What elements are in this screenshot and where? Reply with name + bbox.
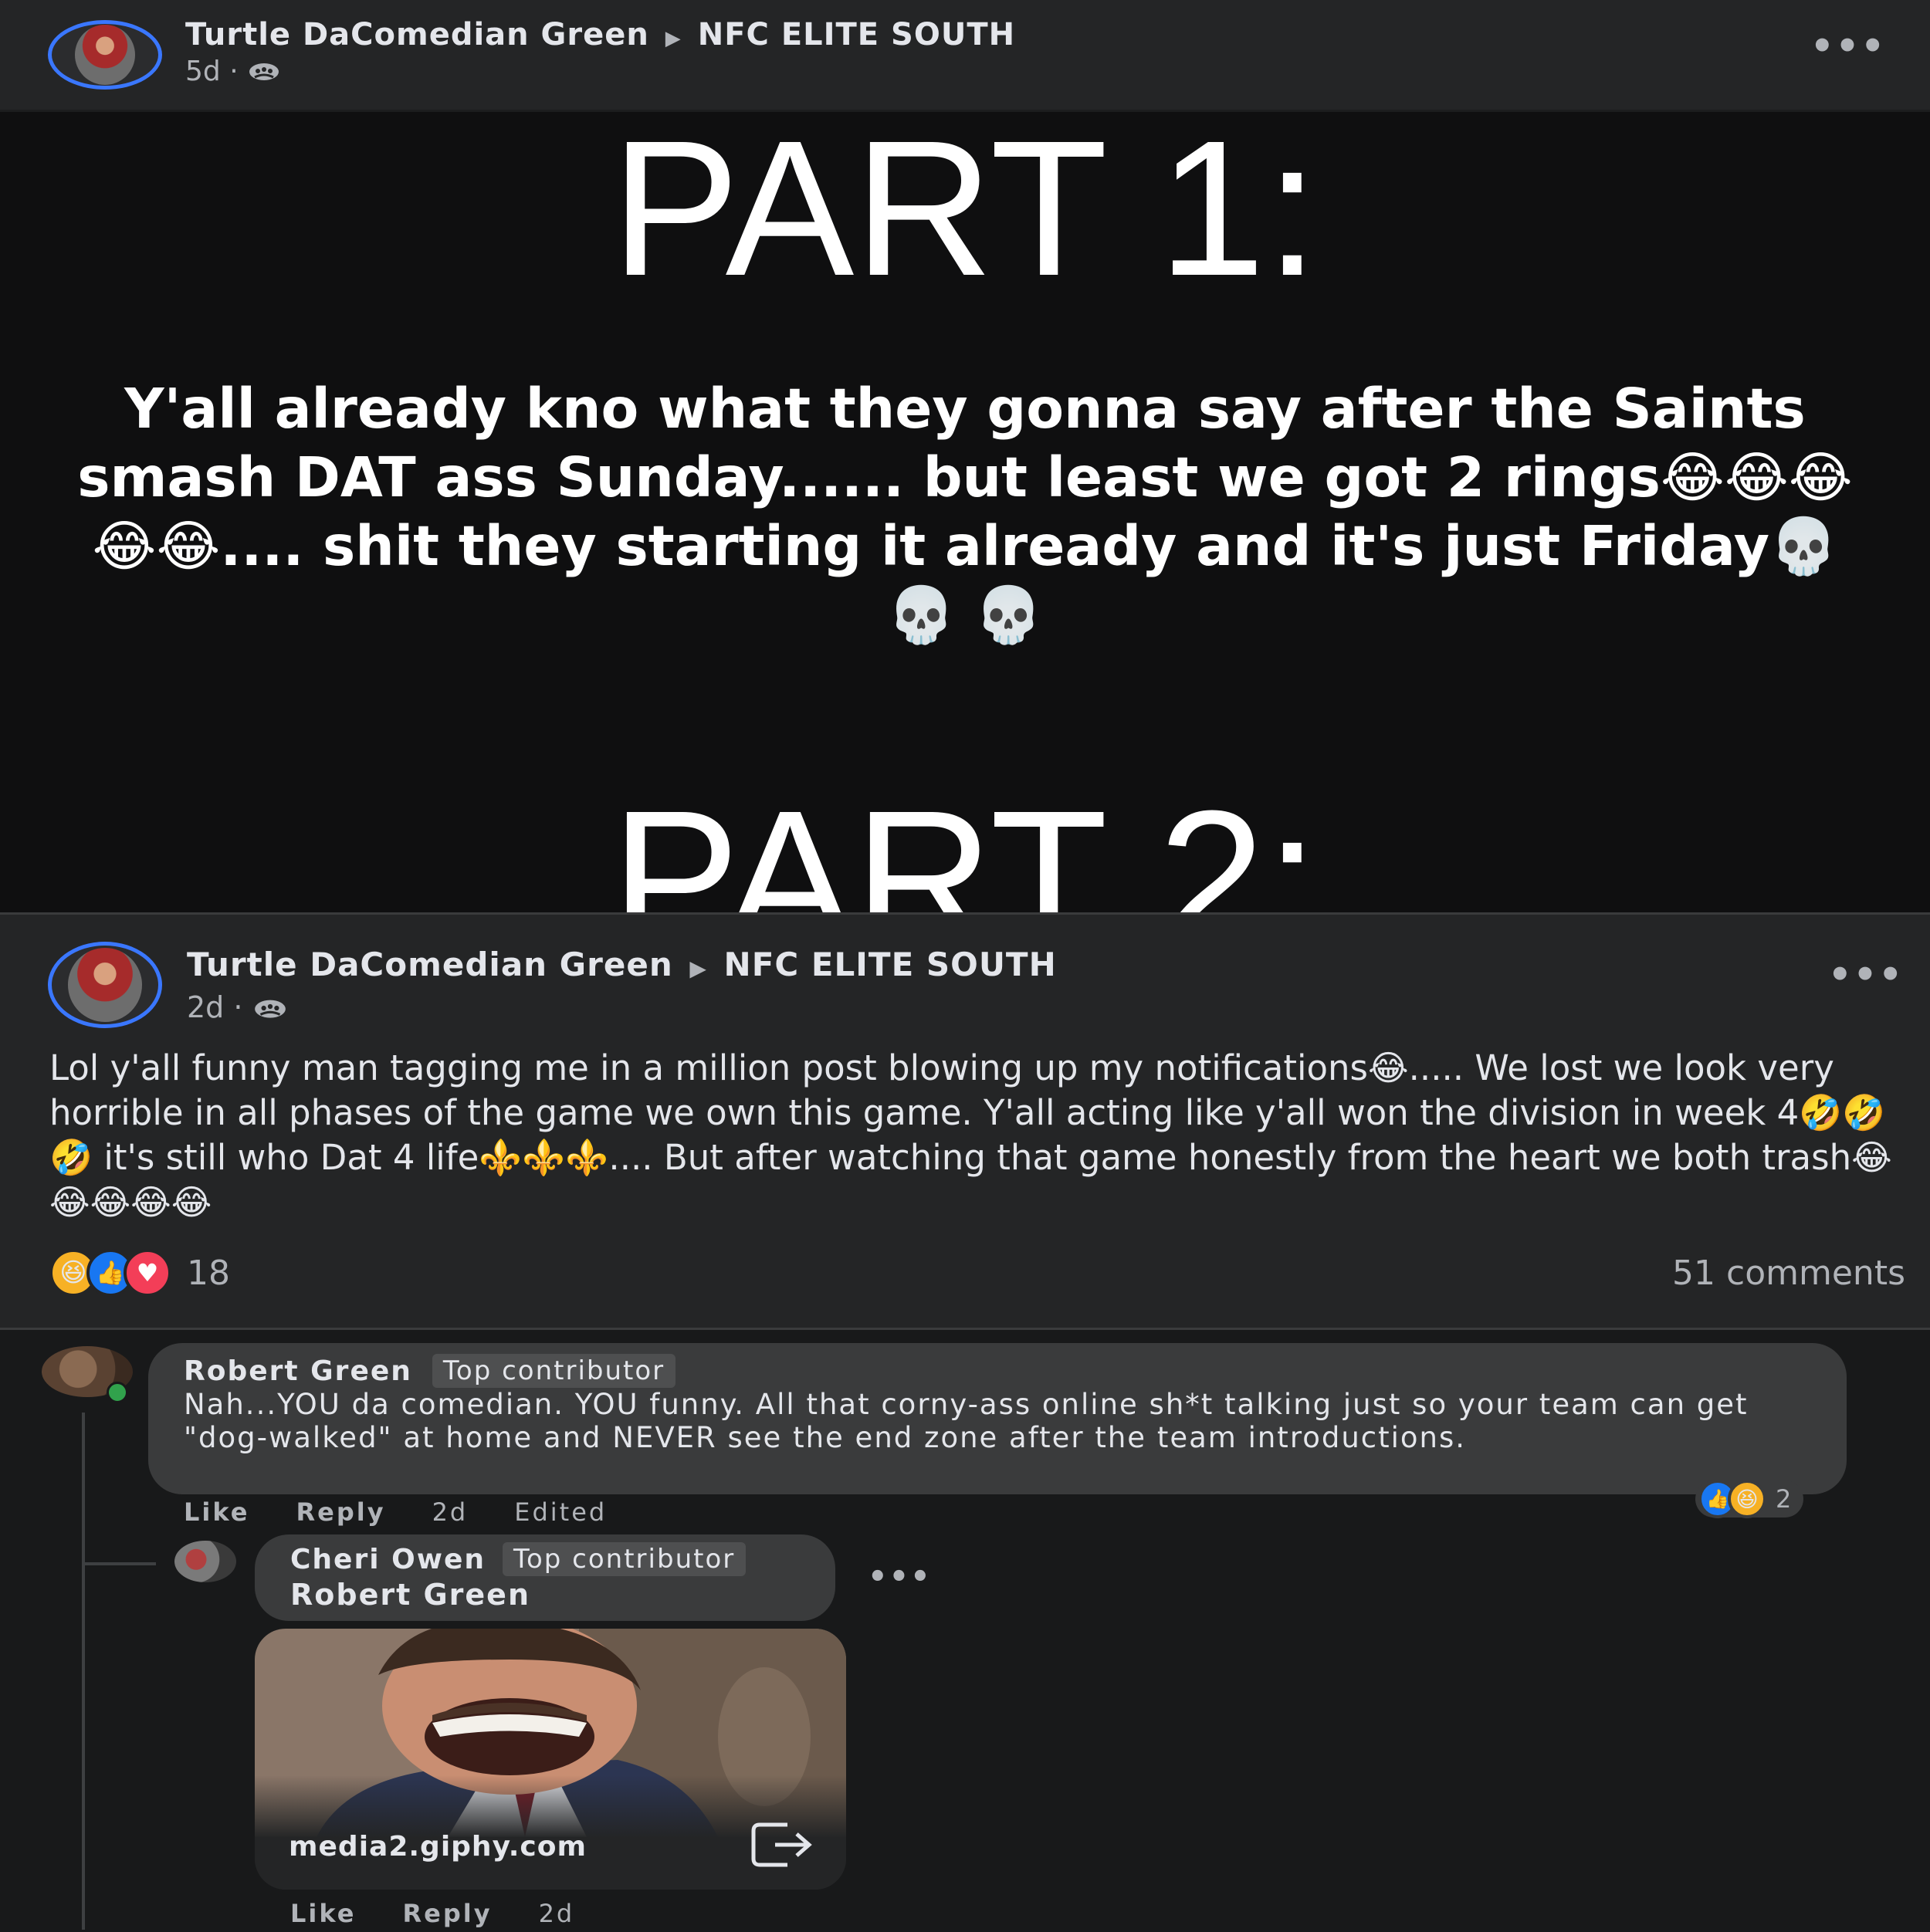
post1-author-name[interactable]: Turtle DaComedian Green xyxy=(185,17,649,52)
avatar-photo xyxy=(75,25,135,85)
group-members-icon xyxy=(247,57,281,89)
thread-branch xyxy=(82,1562,156,1565)
comment1-author[interactable]: Robert Green xyxy=(184,1355,412,1387)
love-icon: ♥ xyxy=(124,1249,171,1297)
thread-line xyxy=(82,1413,85,1930)
comment1-text: Nah...YOU da comedian. YOU funny. All th… xyxy=(184,1388,1749,1454)
group-members-icon xyxy=(252,993,288,1027)
comment2-timestamp[interactable]: 2d xyxy=(539,1899,575,1928)
post2-more-icon[interactable]: ••• xyxy=(1828,953,1904,996)
comment1-reply-button[interactable]: Reply xyxy=(296,1497,385,1527)
post2-reaction-count: 18 xyxy=(187,1253,230,1293)
post1-image[interactable]: PART 1: Y'all already kno what they gonn… xyxy=(0,112,1930,912)
post2-timestamp[interactable]: 2d xyxy=(187,990,224,1024)
post1-author-line: Turtle DaComedian Green ▶ NFC ELITE SOUT… xyxy=(185,17,1015,52)
caret-right-icon: ▶ xyxy=(689,956,707,981)
comment2-gif[interactable]: media2.giphy.com xyxy=(255,1629,846,1890)
post1-group-name[interactable]: NFC ELITE SOUTH xyxy=(698,17,1015,52)
gif-source-link[interactable]: media2.giphy.com xyxy=(289,1831,587,1863)
post1-header: Turtle DaComedian Green ▶ NFC ELITE SOUT… xyxy=(0,0,1930,112)
comment1-timestamp[interactable]: 2d xyxy=(432,1497,469,1527)
post2-author-line: Turtle DaComedian Green ▶ NFC ELITE SOUT… xyxy=(187,946,1057,983)
comment2-actions: Like Reply 2d xyxy=(290,1899,574,1928)
avatar-photo xyxy=(68,948,142,1022)
post2-comments-count[interactable]: 51 comments xyxy=(1672,1254,1905,1293)
comment1-actions: Like Reply 2d Edited xyxy=(184,1497,607,1527)
haha-icon: 😆 xyxy=(1728,1480,1766,1518)
comment1-bubble: Robert Green Top contributor Nah...YOU d… xyxy=(148,1343,1847,1494)
part1-title: PART 1: xyxy=(611,112,1319,316)
post1-more-icon[interactable]: ••• xyxy=(1810,25,1886,68)
cheri-owen-avatar[interactable] xyxy=(174,1541,236,1582)
comment1-like-button[interactable]: Like xyxy=(184,1497,249,1527)
comment2-author[interactable]: Cheri Owen xyxy=(290,1544,486,1575)
comment1-header: Robert Green Top contributor xyxy=(184,1354,676,1388)
post2-reactions-summary[interactable]: 😆 👍 ♥ 18 xyxy=(49,1249,230,1297)
comment1-edited: Edited xyxy=(514,1497,608,1527)
comment2-like-button[interactable]: Like xyxy=(290,1899,356,1928)
online-status-dot xyxy=(107,1382,128,1403)
top-contributor-badge: Top contributor xyxy=(503,1542,747,1576)
part2-title: PART 2: xyxy=(611,770,1319,913)
post1-timestamp[interactable]: 5d xyxy=(185,56,221,87)
comment1-reaction-count: 2 xyxy=(1776,1484,1792,1514)
post1-avatar[interactable] xyxy=(48,20,162,90)
post2-group-name[interactable]: NFC ELITE SOUTH xyxy=(724,946,1057,983)
post1-meta: 5d · xyxy=(185,56,281,89)
open-external-icon[interactable] xyxy=(749,1820,814,1873)
top-contributor-badge: Top contributor xyxy=(432,1354,676,1388)
post2-avatar[interactable] xyxy=(48,942,162,1028)
comment2-header: Cheri Owen Top contributor xyxy=(290,1542,747,1576)
comment2-bubble: Cheri Owen Top contributor Robert Green xyxy=(255,1534,835,1621)
post2-meta: 2d · xyxy=(187,990,288,1027)
comment1-reactions[interactable]: 👍 😆 2 xyxy=(1695,1480,1804,1518)
comment2-more-icon[interactable]: ••• xyxy=(868,1559,932,1595)
post2-author-name[interactable]: Turtle DaComedian Green xyxy=(187,946,673,983)
comment2-mention[interactable]: Robert Green xyxy=(290,1578,530,1612)
caret-right-icon: ▶ xyxy=(665,27,682,50)
post2-text: Lol y'all funny man tagging me in a mill… xyxy=(49,1047,1892,1223)
comment2-reply-button[interactable]: Reply xyxy=(402,1899,492,1928)
post1-image-text: Y'all already kno what they gonna say af… xyxy=(77,377,1853,647)
